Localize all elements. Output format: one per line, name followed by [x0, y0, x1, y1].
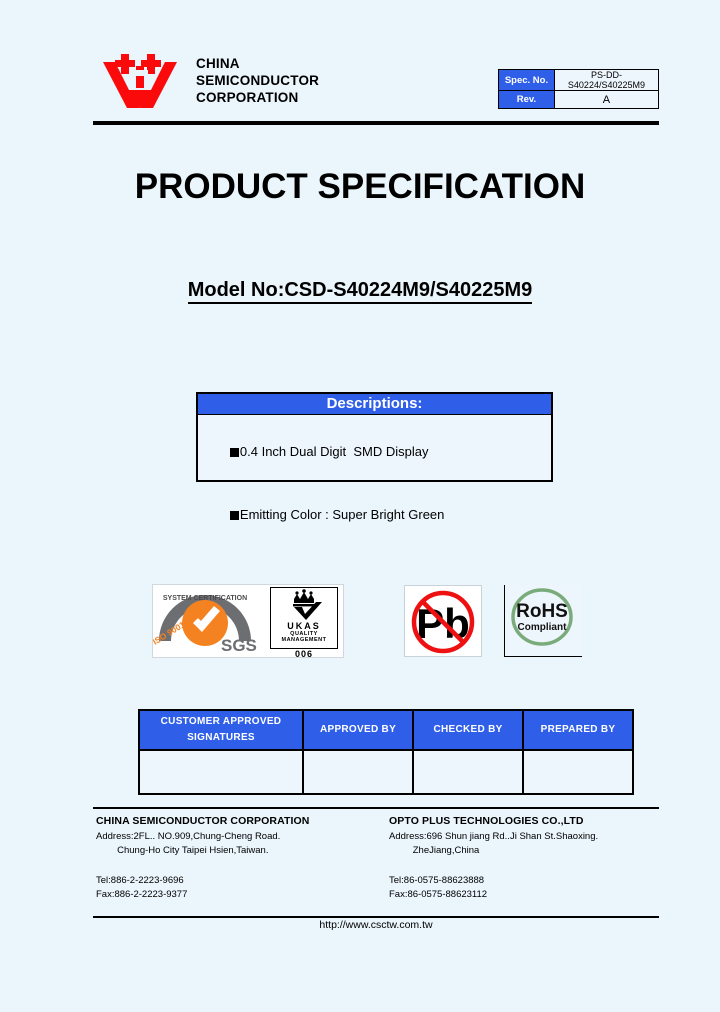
sgs-brand-text: SGS: [221, 636, 257, 655]
sgs-mark: SYSTEM CERTIFICATION ISO 9001:2000 SGS: [151, 585, 263, 657]
square-bullet-icon: [229, 511, 239, 520]
rohs-compliant-label: Compliant: [518, 622, 568, 633]
column-header-checked-by: CHECKED BY: [412, 709, 524, 751]
lead-free-pb-logo: Pb: [404, 585, 482, 657]
spec-number-value: PS-DD-S40224/S40225M9: [553, 69, 660, 91]
china-semiconductor-logo: [101, 50, 179, 112]
ukas-accreditation-number: 006: [294, 649, 314, 659]
footer-fax: Fax:86-0575-88623112: [389, 889, 488, 900]
square-bullet-icon: [229, 448, 239, 457]
model-number: Model No:CSD-S40224M9/S40225M9: [0, 279, 720, 304]
column-header-approved-by: APPROVED BY: [302, 709, 414, 751]
revision-label: Rev.: [498, 90, 555, 109]
ukas-box: UKAS QUALITY MANAGEMENT: [270, 587, 338, 649]
signature-cell-approved-by[interactable]: [302, 749, 414, 795]
footer-column-opto-plus: OPTO PLUS TECHNOLOGIES CO.,LTD Address:6…: [386, 811, 671, 902]
spec-number-row: Spec. No. PS-DD-S40224/S40225M9: [498, 69, 660, 91]
approval-signature-table: CUSTOMER APPROVED SIGNATURES APPROVED BY…: [138, 709, 634, 795]
column-header-customer-approved-signatures: CUSTOMER APPROVED SIGNATURES: [138, 709, 304, 751]
ukas-name: UKAS: [287, 621, 321, 631]
footer-address-line2: ZheJiang,China: [389, 845, 480, 856]
signature-cell-prepared-by[interactable]: [522, 749, 634, 795]
company-name-line2: SEMICONDUCTOR: [196, 73, 320, 88]
spec-info-table: Spec. No. PS-DD-S40224/S40225M9 Rev. A: [498, 69, 660, 109]
sgs-iso-certification-logo: SYSTEM CERTIFICATION ISO 9001:2000 SGS U…: [151, 584, 344, 659]
signature-cell-customer[interactable]: [138, 749, 304, 795]
revision-row: Rev. A: [498, 90, 660, 109]
customer-approved-line2: SIGNATURES: [187, 732, 255, 743]
footer-address-line1: Address:2FL.. NO.909,Chung-Cheng Road.: [96, 831, 281, 842]
revision-value: A: [553, 90, 660, 109]
rohs-label: RoHS: [516, 601, 568, 622]
ukas-certification-logo: UKAS QUALITY MANAGEMENT 006: [264, 585, 343, 659]
footer-tel: Tel:86-0575-88623888: [389, 875, 485, 886]
page-footer: CHINA SEMICONDUCTOR CORPORATION Address:…: [93, 811, 659, 911]
footer-top-divider: [93, 807, 659, 809]
footer-company-name: CHINA SEMICONDUCTOR CORPORATION: [96, 815, 310, 827]
rohs-compliant-logo: RoHS Compliant: [504, 585, 582, 657]
description-item-text: 0.4 Inch Dual Digit SMD Display: [239, 444, 429, 459]
datasheet-cover-page: CHINA SEMICONDUCTOR CORPORATION Spec. No…: [0, 0, 720, 1012]
company-name: CHINA SEMICONDUCTOR CORPORATION: [196, 55, 319, 106]
descriptions-heading: Descriptions:: [198, 394, 551, 415]
footer-bottom-divider: [93, 916, 659, 918]
description-item: Emitting Color : Super Bright Green: [201, 483, 551, 546]
customer-approved-line1: CUSTOMER APPROVED: [160, 716, 282, 727]
footer-fax: Fax:886-2-2223-9377: [96, 889, 188, 900]
signature-cell-checked-by[interactable]: [412, 749, 524, 795]
column-header-prepared-by: PREPARED BY: [522, 709, 634, 751]
page-title: PRODUCT SPECIFICATION: [134, 167, 586, 206]
description-item-text: Emitting Color : Super Bright Green: [239, 507, 445, 522]
page-header: CHINA SEMICONDUCTOR CORPORATION Spec. No…: [93, 48, 660, 120]
model-number-text: Model No:CSD-S40224M9/S40225M9: [187, 279, 533, 304]
ukas-subtitle: QUALITY MANAGEMENT: [271, 631, 337, 643]
sgs-arc-text: SYSTEM CERTIFICATION: [163, 595, 247, 602]
header-divider: [93, 121, 659, 125]
footer-company-name: OPTO PLUS TECHNOLOGIES CO.,LTD: [389, 815, 584, 827]
company-name-line3: CORPORATION: [196, 90, 299, 105]
footer-column-china-semiconductor: CHINA SEMICONDUCTOR CORPORATION Address:…: [93, 811, 378, 902]
footer-tel: Tel:886-2-2223-9696: [96, 875, 184, 886]
certification-logos-row: SYSTEM CERTIFICATION ISO 9001:2000 SGS U…: [0, 583, 720, 673]
descriptions-box: Descriptions: 0.4 Inch Dual Digit SMD Di…: [196, 392, 553, 522]
company-name-line1: CHINA: [196, 56, 240, 71]
spec-number-label: Spec. No.: [498, 69, 555, 91]
website-url[interactable]: http://www.csctw.com.tw: [93, 919, 659, 931]
descriptions-list: 0.4 Inch Dual Digit SMD Display Emitting…: [198, 415, 551, 546]
ukas-subtitle-line2: MANAGEMENT: [281, 637, 327, 643]
footer-address-line1: Address:696 Shun jiang Rd..Ji Shan St.Sh…: [389, 831, 599, 842]
signature-header-row: CUSTOMER APPROVED SIGNATURES APPROVED BY…: [138, 709, 634, 751]
description-item: 0.4 Inch Dual Digit SMD Display: [201, 420, 551, 483]
footer-address-line2: Chung-Ho City Taipei Hsien,Taiwan.: [96, 845, 269, 856]
signature-value-row: [138, 749, 634, 795]
